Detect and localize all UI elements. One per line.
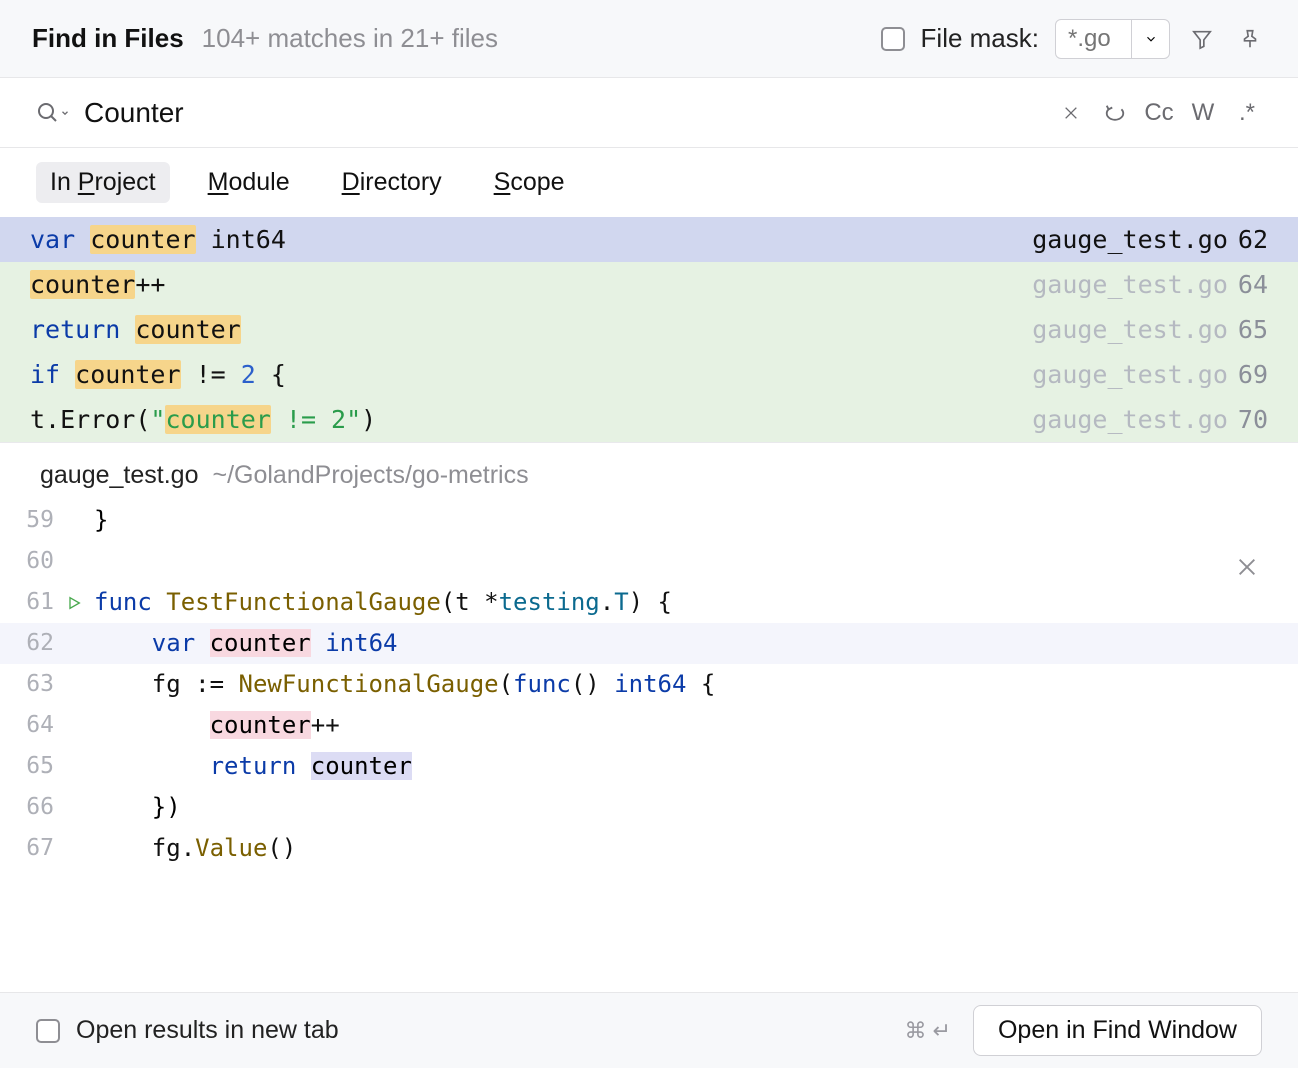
code-line: 62 var counter int64 xyxy=(0,623,1298,664)
footer: Open results in new tab ⌘ ↵ Open in Find… xyxy=(0,992,1298,1068)
match-count: 104+ matches in 21+ files xyxy=(202,23,498,54)
clear-icon[interactable] xyxy=(1056,105,1086,121)
chevron-down-icon[interactable] xyxy=(1131,20,1169,58)
result-row[interactable]: counter++gauge_test.go64 xyxy=(0,262,1298,307)
preview-file-name: gauge_test.go xyxy=(40,461,198,490)
search-row: Cc W .* xyxy=(0,78,1298,148)
filter-icon[interactable] xyxy=(1186,23,1218,55)
open-new-tab-label: Open results in new tab xyxy=(76,1016,339,1045)
pin-icon[interactable] xyxy=(1234,23,1266,55)
scope-tab[interactable]: Scope xyxy=(480,162,579,203)
words-toggle[interactable]: W xyxy=(1188,99,1218,127)
code-line: 64 counter++ xyxy=(0,705,1298,746)
result-row[interactable]: return countergauge_test.go65 xyxy=(0,307,1298,352)
scope-tab[interactable]: Module xyxy=(194,162,304,203)
scope-tabs: In Project Module Directory Scope xyxy=(0,148,1298,217)
code-line: 59} xyxy=(0,500,1298,541)
result-row[interactable]: if counter != 2 {gauge_test.go69 xyxy=(0,352,1298,397)
scope-tab[interactable]: In Project xyxy=(36,162,170,203)
preview-header: gauge_test.go ~/GolandProjects/go-metric… xyxy=(0,442,1298,500)
match-case-toggle[interactable]: Cc xyxy=(1144,99,1174,127)
open-find-window-button[interactable]: Open in Find Window xyxy=(973,1005,1262,1056)
code-line: 63 fg := NewFunctionalGauge(func() int64… xyxy=(0,664,1298,705)
file-mask-label: File mask: xyxy=(921,23,1039,54)
code-line: 67 fg.Value() xyxy=(0,828,1298,869)
code-line: 66 }) xyxy=(0,787,1298,828)
preview-file-path: ~/GolandProjects/go-metrics xyxy=(212,461,528,490)
title-bar: Find in Files 104+ matches in 21+ files … xyxy=(0,0,1298,78)
shortcut-hint: ⌘ ↵ xyxy=(904,1018,951,1044)
scope-tab[interactable]: Directory xyxy=(328,162,456,203)
search-icon[interactable] xyxy=(36,101,70,125)
search-input[interactable] xyxy=(84,97,1042,129)
result-row[interactable]: var counter int64gauge_test.go62 xyxy=(0,217,1298,262)
result-row[interactable]: t.Error("counter != 2")gauge_test.go70 xyxy=(0,397,1298,442)
regex-toggle[interactable]: .* xyxy=(1232,99,1262,127)
close-icon[interactable] xyxy=(1236,550,1258,572)
dialog-title: Find in Files xyxy=(32,23,184,54)
code-line: 60 xyxy=(0,541,1298,582)
code-line: 65 return counter xyxy=(0,746,1298,787)
code-line: 61func TestFunctionalGauge(t *testing.T)… xyxy=(0,582,1298,623)
results-list[interactable]: var counter int64gauge_test.go62counter+… xyxy=(0,217,1298,442)
file-mask-checkbox[interactable] xyxy=(881,27,905,51)
open-new-tab-checkbox[interactable] xyxy=(36,1019,60,1043)
file-mask-input[interactable] xyxy=(1056,25,1131,53)
code-preview[interactable]: 59}6061func TestFunctionalGauge(t *testi… xyxy=(0,500,1298,869)
history-icon[interactable] xyxy=(1100,102,1130,124)
file-mask-select[interactable] xyxy=(1055,19,1170,59)
